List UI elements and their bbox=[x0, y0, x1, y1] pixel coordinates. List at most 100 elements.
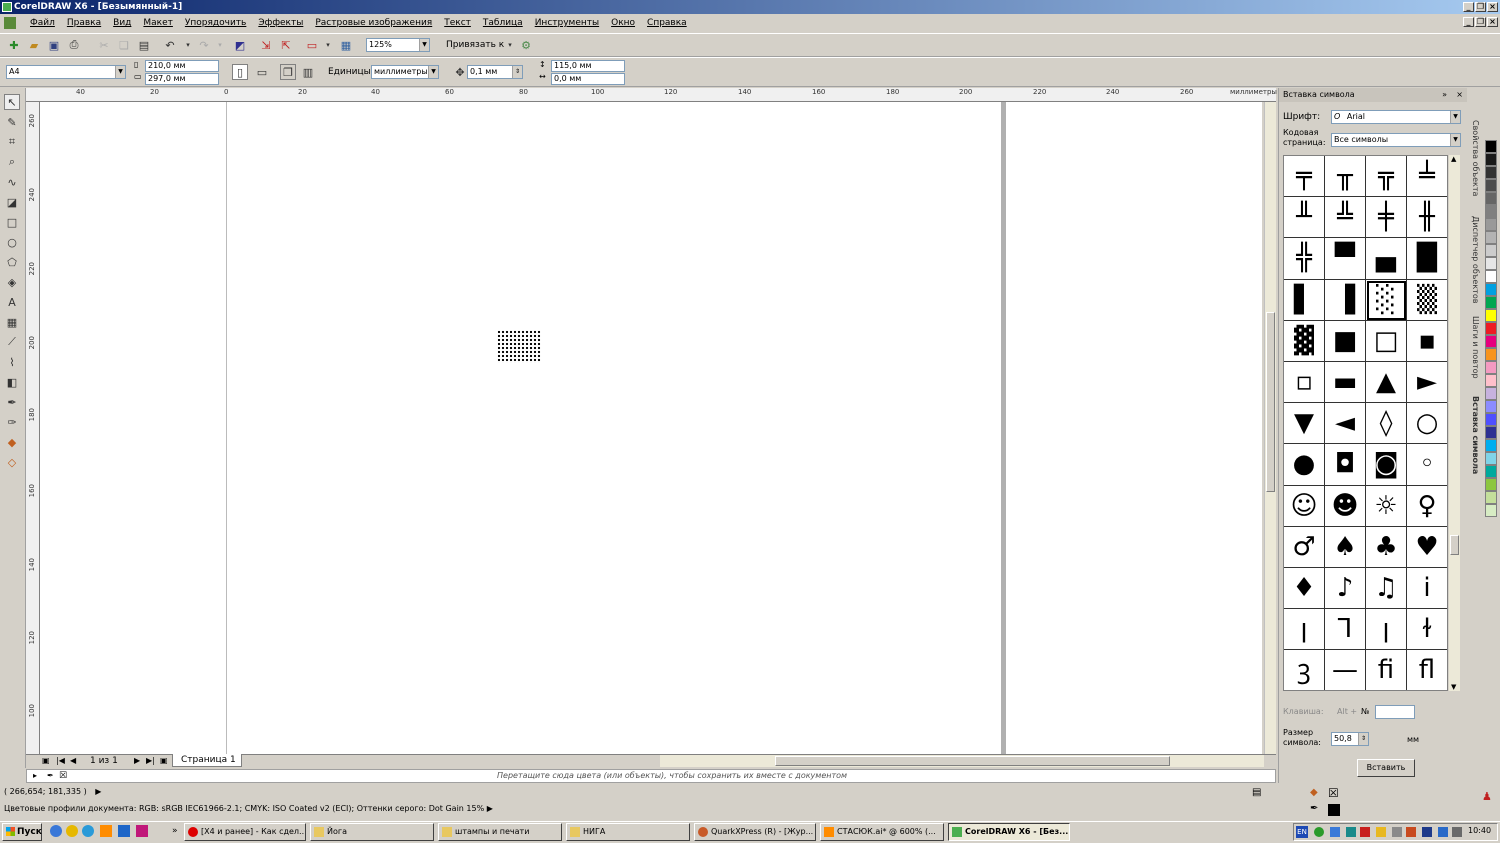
size-field[interactable]: 50,8 ⇕ bbox=[1331, 732, 1369, 746]
snap-to-label[interactable]: Привязать к bbox=[446, 39, 504, 51]
zoom-tool-icon[interactable]: ⌕ bbox=[4, 154, 20, 170]
character-cell[interactable]: ꝫ bbox=[1284, 650, 1325, 690]
crop-tool-icon[interactable]: ⌗ bbox=[4, 134, 20, 150]
character-cell[interactable]: ▒ bbox=[1407, 280, 1447, 321]
character-cell[interactable]: ╬ bbox=[1284, 238, 1325, 280]
character-cell[interactable]: ⅰ bbox=[1407, 568, 1447, 610]
character-cell[interactable]: ╩ bbox=[1325, 197, 1366, 239]
open-icon[interactable]: ▰ bbox=[26, 37, 42, 53]
page-width-field[interactable]: 210,0 мм bbox=[145, 60, 219, 72]
character-cell[interactable]: ░ bbox=[1366, 279, 1407, 321]
zoom-combo[interactable]: 125% ▼ bbox=[366, 38, 430, 52]
all-pages-icon[interactable]: ❐ bbox=[280, 64, 296, 80]
character-cell[interactable]: ╪ bbox=[1366, 197, 1407, 239]
menu-edit[interactable]: Правка bbox=[61, 14, 107, 32]
indesign-icon[interactable] bbox=[136, 825, 148, 837]
character-cell[interactable]: ɫ bbox=[1407, 609, 1447, 651]
prev-page-icon[interactable]: ◀ bbox=[70, 755, 76, 767]
rectangle-tool-icon[interactable]: □ bbox=[4, 214, 20, 230]
color-swatch[interactable] bbox=[1485, 257, 1497, 270]
character-cell[interactable]: ♪ bbox=[1325, 567, 1366, 610]
last-page-icon[interactable]: ▶| bbox=[146, 755, 155, 767]
color-swatch[interactable] bbox=[1485, 465, 1497, 478]
menu-text[interactable]: Текст bbox=[438, 14, 477, 32]
character-cell[interactable]: ♫ bbox=[1366, 567, 1407, 610]
color-swatch[interactable] bbox=[1485, 322, 1497, 335]
color-swatch[interactable] bbox=[1485, 387, 1497, 400]
task-folder-yoga[interactable]: Йога bbox=[310, 823, 434, 841]
tab-step-and-repeat[interactable]: Шаги и повтор bbox=[1466, 316, 1480, 379]
smart-fill-tool-icon[interactable]: ◪ bbox=[4, 194, 20, 210]
color-swatch[interactable] bbox=[1485, 192, 1497, 205]
units-combo[interactable]: миллиметры ▼ bbox=[371, 65, 439, 79]
docker-close-icon[interactable]: × bbox=[1456, 88, 1463, 102]
search-content-icon[interactable]: ◩ bbox=[232, 37, 248, 53]
menu-file[interactable]: Файл bbox=[24, 14, 61, 32]
character-cell[interactable]: ▄ bbox=[1366, 238, 1407, 280]
task-coreldraw[interactable]: CorelDRAW X6 - [Без... bbox=[948, 823, 1070, 841]
menu-layout[interactable]: Макет bbox=[137, 14, 179, 32]
launcher-dropdown-icon[interactable]: ▾ bbox=[320, 37, 336, 53]
color-swatch[interactable] bbox=[1485, 309, 1497, 322]
copy-icon[interactable]: ❏ bbox=[116, 37, 132, 53]
font-combo[interactable]: O Arial ▼ bbox=[1331, 110, 1461, 124]
character-cell[interactable]: ▼ bbox=[1284, 403, 1325, 445]
no-color-icon[interactable]: ☒ bbox=[59, 770, 67, 782]
duplicate-x-field[interactable]: 115,0 мм bbox=[551, 60, 625, 72]
first-page-icon[interactable]: |◀ bbox=[56, 755, 65, 767]
horizontal-ruler[interactable]: 40 20 0 20 40 60 80 100 120 140 160 180 … bbox=[26, 88, 1277, 102]
character-cell[interactable]: ▀ bbox=[1325, 238, 1366, 280]
character-cell[interactable]: ◊ bbox=[1366, 403, 1407, 445]
character-cell[interactable]: ♂ bbox=[1284, 526, 1325, 568]
add-page-before-icon[interactable]: ▣ bbox=[42, 755, 50, 767]
character-cell[interactable]: ╦ bbox=[1366, 156, 1407, 198]
menu-effects[interactable]: Эффекты bbox=[252, 14, 309, 32]
color-swatch[interactable] bbox=[1485, 452, 1497, 465]
color-swatch[interactable] bbox=[1485, 426, 1497, 439]
color-swatch[interactable] bbox=[1485, 439, 1497, 452]
cut-icon[interactable]: ✂ bbox=[96, 37, 112, 53]
character-cell[interactable]: ╥ bbox=[1325, 156, 1366, 198]
fill-indicator-icon[interactable]: ▤ bbox=[1252, 787, 1261, 799]
character-cell[interactable]: ◄ bbox=[1325, 403, 1366, 445]
tray-icon[interactable] bbox=[1346, 827, 1356, 837]
menu-table[interactable]: Таблица bbox=[477, 14, 529, 32]
character-cell[interactable]: ♦ bbox=[1284, 567, 1325, 610]
task-opera[interactable]: [X4 и ранее] - Как сдел... bbox=[184, 823, 306, 841]
doc-close-button[interactable]: × bbox=[1487, 17, 1498, 27]
tray-icon[interactable] bbox=[1438, 827, 1448, 837]
character-cell[interactable]: ▐ bbox=[1325, 279, 1366, 321]
vertical-scrollbar[interactable] bbox=[1264, 102, 1276, 754]
restore-button[interactable]: ❐ bbox=[1475, 2, 1486, 12]
nudge-field[interactable]: 0,1 мм ⇕ bbox=[467, 65, 523, 79]
clock[interactable]: 10:40 bbox=[1468, 826, 1491, 835]
quicklaunch-more-icon[interactable]: » bbox=[172, 825, 178, 837]
ellipse-tool-icon[interactable]: ○ bbox=[4, 234, 20, 250]
doc-restore-button[interactable]: ❐ bbox=[1475, 17, 1486, 27]
portrait-icon[interactable]: ▯ bbox=[232, 64, 248, 80]
current-page-icon[interactable]: ▥ bbox=[300, 64, 316, 80]
character-cell[interactable]: ▪ bbox=[1407, 321, 1447, 362]
character-cell[interactable]: ♠ bbox=[1325, 526, 1366, 568]
interactive-fill-tool-icon[interactable]: ◇ bbox=[4, 454, 20, 470]
character-cell[interactable]: ▫ bbox=[1284, 361, 1325, 404]
character-grid[interactable]: ╤ ╥ ╦ ╧ ╨ ╩ ╪ ╫ ╬ ▀ ▄ █ ▌ ▐ ░ ▒ ▓ ■ □ ▪ ▫ ▬ ▲ ► ▼ ◄ ◊ ○ ● ◘ ◙ ◦ ☺ ☻ ☼ ♀ ♂ ♠ ♣ ♥… bbox=[1283, 155, 1448, 691]
tray-icon[interactable] bbox=[1422, 827, 1432, 837]
character-cell[interactable]: — bbox=[1325, 650, 1366, 690]
tray-icon[interactable] bbox=[1376, 827, 1386, 837]
scroll-up-icon[interactable]: ▲ bbox=[1451, 155, 1456, 163]
close-button[interactable]: × bbox=[1487, 2, 1498, 12]
character-cell[interactable]: ● bbox=[1284, 444, 1325, 486]
character-cell[interactable]: □ bbox=[1366, 320, 1407, 362]
character-cell[interactable]: ► bbox=[1407, 362, 1447, 404]
character-cell[interactable]: Ꞁ bbox=[1325, 609, 1366, 651]
task-quarkxpress[interactable]: QuarkXPress (R) - [Жур... bbox=[694, 823, 816, 841]
text-tool-icon[interactable]: A bbox=[4, 294, 20, 310]
page-tab[interactable]: Страница 1 bbox=[172, 754, 242, 767]
scroll-down-icon[interactable]: ▼ bbox=[1451, 683, 1456, 691]
palette-menu-icon[interactable]: ▸ bbox=[33, 770, 37, 782]
undo-dropdown-icon[interactable]: ▾ bbox=[180, 37, 196, 53]
menu-help[interactable]: Справка bbox=[641, 14, 693, 32]
menu-bitmaps[interactable]: Растровые изображения bbox=[309, 14, 438, 32]
vertical-ruler[interactable]: 260 240 220 200 180 160 140 120 100 bbox=[26, 102, 40, 754]
